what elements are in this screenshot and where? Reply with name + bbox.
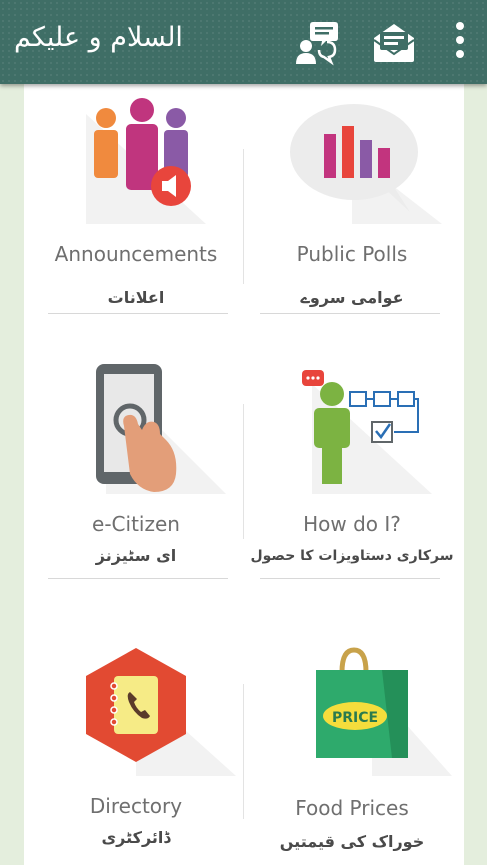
tile-e-citizen[interactable]: e-Citizen ای سٹیزنز — [26, 364, 246, 574]
tile-how-do-i[interactable]: How do I? سرکاری دستاویزات کا حصول — [242, 364, 462, 574]
feedback-mail-icon[interactable] — [370, 18, 418, 66]
price-badge-text: PRICE — [332, 710, 378, 726]
menu-grid: Announcements اعلانات Public Polls عوامی… — [24, 84, 464, 865]
tile-food-prices[interactable]: PRICE Food Prices خوراک کی قیمتیں — [242, 646, 462, 856]
tile-subtitle: خوراک کی قیمتیں — [279, 832, 425, 851]
tile-title: Public Polls — [296, 242, 408, 266]
row-divider — [48, 313, 228, 314]
tile-directory[interactable]: Directory ڈائرکٹری — [26, 646, 246, 856]
people-megaphone-icon — [86, 98, 206, 224]
shopping-bag-price-icon: PRICE — [316, 647, 452, 776]
tile-announcements[interactable]: Announcements اعلانات — [26, 94, 246, 309]
phonebook-icon — [86, 648, 236, 776]
app-bar: السلام و علیکم — [0, 0, 487, 84]
tile-subtitle: سرکاری دستاویزات کا حصول — [250, 548, 454, 564]
tile-title: e-Citizen — [92, 512, 180, 536]
steps-checklist-icon — [302, 370, 432, 494]
tile-title: How do I? — [303, 512, 401, 536]
tile-subtitle: ڈائرکٹری — [101, 828, 171, 847]
greeting-title: السلام و علیکم — [14, 22, 183, 53]
tile-title: Directory — [89, 794, 183, 818]
tile-public-polls[interactable]: Public Polls عوامی سروے — [242, 94, 462, 309]
tile-title: Announcements — [54, 242, 218, 266]
more-vert-icon[interactable] — [448, 18, 472, 66]
tile-subtitle: اعلانات — [107, 288, 165, 307]
tile-subtitle: ای سٹیزنز — [95, 546, 177, 565]
chat-people-icon[interactable] — [293, 18, 341, 66]
tile-title: Food Prices — [295, 796, 409, 820]
tile-subtitle: عوامی سروے — [300, 288, 404, 307]
row-divider — [260, 313, 440, 314]
row-divider — [48, 578, 228, 579]
phone-tap-icon — [96, 364, 226, 494]
row-divider — [260, 578, 440, 579]
bar-chart-bubble-icon — [290, 104, 442, 224]
